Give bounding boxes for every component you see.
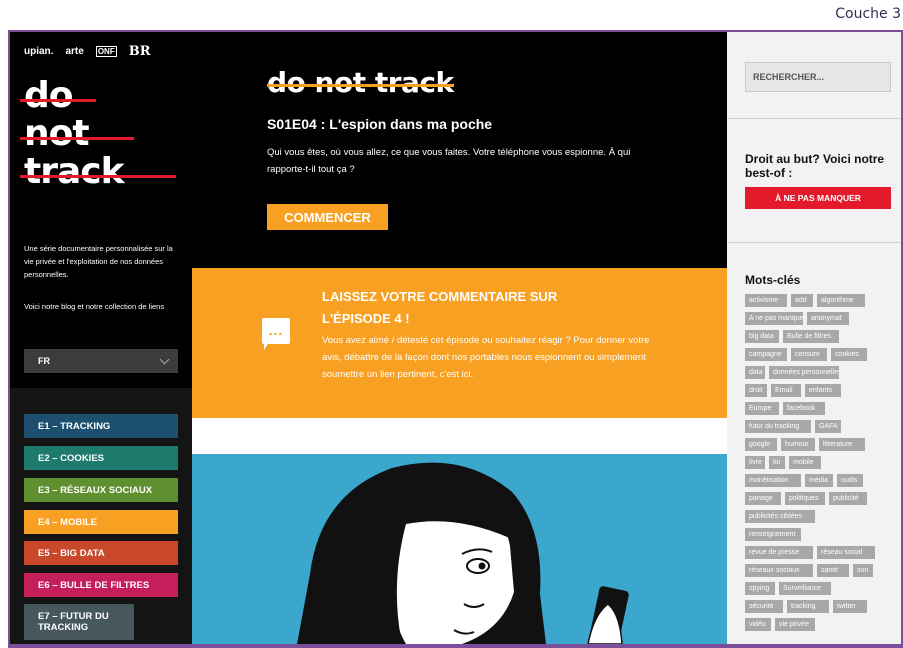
tag[interactable]: facebook [783, 402, 825, 415]
tag[interactable]: vidéo [745, 618, 771, 631]
episode-item-e4[interactable]: E4 – MOBILE [24, 510, 178, 534]
tag[interactable]: Europe [745, 402, 779, 415]
tag[interactable]: censure [791, 348, 827, 361]
episode-item-e2[interactable]: E2 – COOKIES [24, 446, 178, 470]
episode-item-e1[interactable]: E1 – TRACKING [24, 414, 178, 438]
browser-frame: upian. arte ONF BR do not track Une séri… [8, 30, 903, 648]
section-divider [192, 418, 727, 454]
tag[interactable]: anonymat [807, 312, 849, 325]
episode-item-e6[interactable]: E6 – BULLE DE FILTRES [24, 573, 178, 597]
blog-link[interactable]: Voici notre blog et notre collection de … [24, 300, 184, 313]
bestof-title: Droit au but? Voici notre best-of : [745, 152, 885, 180]
partner-logo-br[interactable]: BR [129, 44, 151, 59]
logo-line-not: not [20, 115, 184, 153]
tag[interactable]: publicité [829, 492, 867, 505]
tag[interactable]: algorithme [817, 294, 865, 307]
title-strike [267, 84, 454, 87]
logo-line-do: do [20, 77, 184, 115]
comment-text: Vous avez aimé / détesté cet épisode ou … [322, 335, 650, 380]
divider [727, 242, 901, 243]
page-viewport: upian. arte ONF BR do not track Une séri… [10, 32, 901, 644]
tag[interactable]: média [805, 474, 833, 487]
language-select[interactable]: FR [24, 349, 178, 373]
tag[interactable]: add [791, 294, 813, 307]
episode-title: S01E04 : L'espion dans ma poche [267, 116, 493, 132]
comment-dots: ... [268, 322, 284, 338]
window-label: Couche 3 [835, 6, 901, 22]
tag[interactable]: GAFA [815, 420, 841, 433]
partner-logo-arte[interactable]: arte [65, 46, 83, 57]
tag[interactable]: cookies [831, 348, 867, 361]
comment-title: LAISSEZ VOTRE COMMENTAIRE SUR L'ÉPISODE … [322, 289, 558, 326]
tag[interactable]: renseignement [745, 528, 801, 541]
brand-title: do not track [267, 66, 454, 99]
tag[interactable]: spying [745, 582, 775, 595]
tag[interactable]: réseau social [817, 546, 875, 559]
tag[interactable]: revue de presse [745, 546, 813, 559]
tag[interactable]: partage [745, 492, 781, 505]
partner-logo-onf[interactable]: ONF [95, 46, 117, 57]
episode-list: E1 – TRACKING E2 – COOKIES E3 – RÉSEAUX … [10, 388, 192, 644]
woman-phone-illustration [297, 462, 629, 644]
tag[interactable]: Bulle de filtres [783, 330, 839, 343]
partner-logo-upian[interactable]: upian. [24, 46, 53, 57]
main-content: do not track S01E04 : L'espion dans ma p… [192, 32, 727, 644]
divider [727, 118, 901, 119]
tag[interactable]: politiques [785, 492, 825, 505]
series-description: Une série documentaire personnalisée sur… [24, 244, 173, 279]
bestof-button[interactable]: À NE PAS MANQUER [745, 187, 891, 209]
tag[interactable]: monétisation [745, 474, 801, 487]
tag[interactable]: data [745, 366, 765, 379]
episode-item-e3[interactable]: E3 – RÉSEAUX SOCIAUX [24, 478, 178, 502]
tag[interactable]: tracking [787, 600, 829, 613]
episode-description: Qui vous êtes, où vous allez, ce que vou… [267, 147, 631, 175]
logo-line-track: track [20, 153, 184, 191]
tag[interactable]: mobile [789, 456, 821, 469]
tag[interactable]: son [853, 564, 873, 577]
start-button[interactable]: COMMENCER [267, 204, 388, 230]
right-sidebar: RECHERCHER... Droit au but? Voici notre … [727, 32, 901, 644]
comment-banner[interactable]: ... LAISSEZ VOTRE COMMENTAIRE SUR L'ÉPIS… [192, 268, 727, 418]
tag[interactable]: campagne [745, 348, 787, 361]
logo-strike [20, 99, 96, 102]
episode-item-e5[interactable]: E5 – BIG DATA [24, 541, 178, 565]
keywords-title: Mots-clés [745, 273, 801, 287]
tag[interactable]: activisme [745, 294, 787, 307]
tag[interactable]: données personnelles [769, 366, 839, 379]
tag[interactable]: Email [771, 384, 801, 397]
tag[interactable]: publicités ciblées [745, 510, 815, 523]
tag[interactable]: loi [769, 456, 785, 469]
episode-illustration [192, 454, 727, 644]
left-sidebar: upian. arte ONF BR do not track Une séri… [10, 32, 192, 644]
tag[interactable]: litterature [819, 438, 865, 451]
tag[interactable]: A ne pas manquer [745, 312, 803, 325]
tag[interactable]: futur du tracking [745, 420, 811, 433]
tag[interactable]: big data [745, 330, 779, 343]
logo-strike [20, 137, 134, 140]
comment-bubble-icon: ... [262, 318, 290, 344]
tag[interactable]: humour [781, 438, 815, 451]
logo-strike [20, 175, 176, 178]
tag[interactable]: réseaux sociaux [745, 564, 813, 577]
tag[interactable]: Surveillance [779, 582, 831, 595]
tag[interactable]: droit [745, 384, 767, 397]
site-logo[interactable]: do not track [20, 77, 184, 191]
search-input[interactable]: RECHERCHER... [745, 62, 891, 92]
tag[interactable]: sécurité [745, 600, 783, 613]
tag[interactable]: livre [745, 456, 765, 469]
tag[interactable]: outils [837, 474, 863, 487]
tag[interactable]: enfants [805, 384, 841, 397]
tag[interactable]: santé [817, 564, 849, 577]
comment-bubble-tail [264, 342, 274, 350]
screenshot-stage: Couche 3 upian. arte ONF BR do not track… [0, 0, 903, 648]
episode-item-e7[interactable]: E7 – FUTUR DU TRACKING [24, 604, 134, 640]
chevron-down-icon [159, 354, 170, 364]
language-value: FR [38, 356, 50, 366]
partner-logos: upian. arte ONF BR [24, 44, 151, 59]
tag[interactable]: twitter [833, 600, 867, 613]
tag[interactable]: vie privée [775, 618, 815, 631]
tag[interactable]: google [745, 438, 777, 451]
